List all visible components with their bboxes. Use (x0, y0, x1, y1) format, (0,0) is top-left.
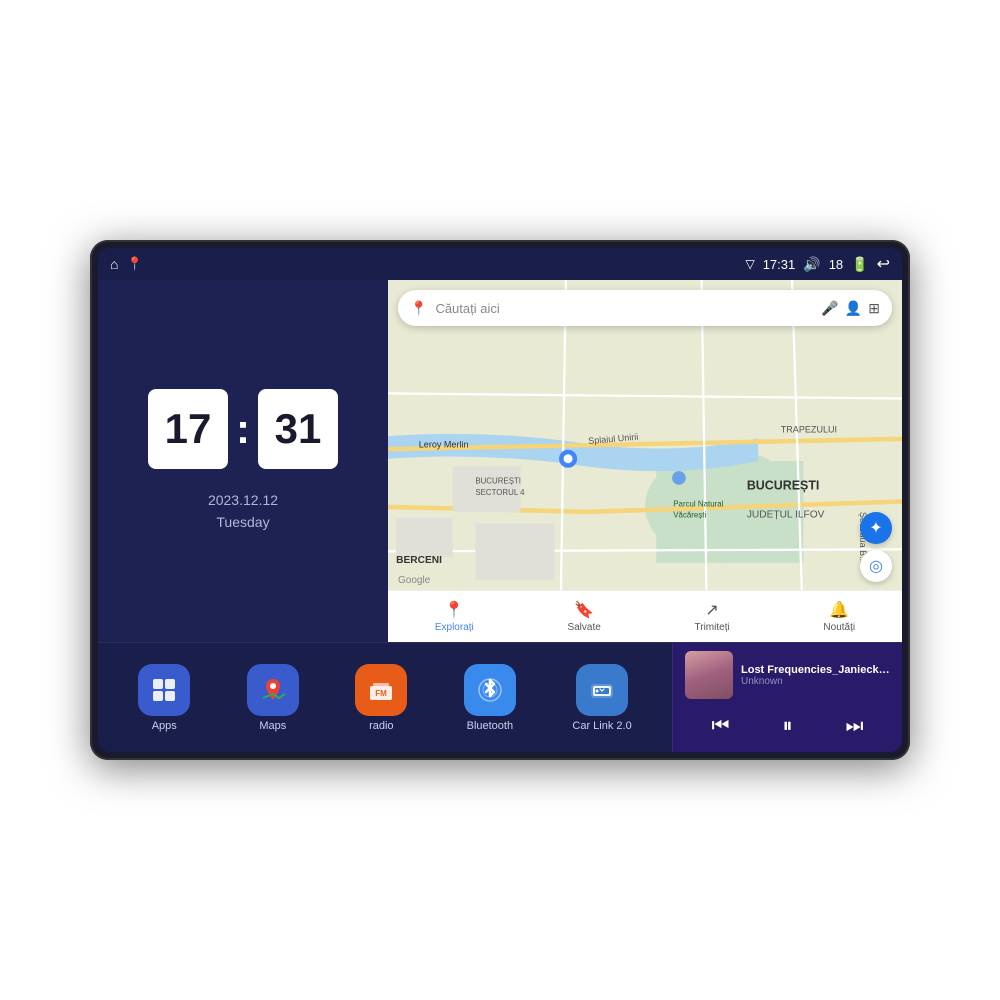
google-logo: Google (398, 575, 430, 586)
svg-text:BERCENI: BERCENI (396, 555, 442, 566)
status-time: 17:31 (763, 257, 796, 272)
lower-section: Apps Maps (98, 642, 902, 752)
home-icon[interactable]: ⌂ (110, 256, 118, 272)
svg-text:BUCUREȘTI: BUCUREȘTI (747, 478, 820, 492)
volume-icon: 🔊 (803, 256, 820, 273)
app-label-bluetooth: Bluetooth (467, 720, 513, 732)
send-icon: ↗ (705, 600, 718, 620)
svg-text:Leroy Merlin: Leroy Merlin (419, 439, 469, 449)
apps-icon (138, 664, 190, 716)
maps-icon (247, 664, 299, 716)
music-panel: Lost Frequencies_Janieck Devy-... Unknow… (672, 643, 902, 752)
app-item-carlink[interactable]: Car Link 2.0 (572, 664, 631, 732)
music-play-pause-button[interactable]: ⏸ (775, 711, 801, 742)
mic-icon[interactable]: 🎤 (821, 300, 838, 317)
music-details: Lost Frequencies_Janieck Devy-... Unknow… (741, 664, 890, 687)
signal-icon: ▽ (745, 257, 754, 271)
status-left: ⌂ 📍 (110, 256, 143, 272)
svg-text:Văcărești: Văcărești (673, 511, 706, 520)
map-background: BUCUREȘTI JUDEȚUL ILFOV TRAPEZULUI BERCE… (388, 280, 902, 642)
svg-text:BUCUREȘTI: BUCUREȘTI (475, 477, 521, 486)
apps-bar: Apps Maps (98, 643, 672, 752)
map-nav-explore-label: Explorați (435, 622, 474, 633)
main-content: 17 : 31 2023.12.12 Tuesday (98, 280, 902, 752)
layers-icon[interactable]: ⊞ (868, 300, 880, 317)
back-icon[interactable]: ↩ (877, 254, 890, 274)
radio-icon: FM (355, 664, 407, 716)
explore-icon: 📍 (444, 600, 464, 620)
volume-level: 18 (829, 257, 843, 272)
google-maps-logo: 📍 (410, 300, 427, 317)
music-info: Lost Frequencies_Janieck Devy-... Unknow… (685, 651, 890, 699)
map-nav-send[interactable]: ↗ Trimiteți (695, 600, 730, 633)
map-nav-explore[interactable]: 📍 Explorați (435, 600, 474, 633)
map-nav-news[interactable]: 🔔 Noutăți (823, 600, 855, 633)
map-search-bar[interactable]: 📍 Căutați aici 🎤 👤 ⊞ (398, 290, 892, 326)
clock-hours: 17 (148, 389, 228, 469)
upper-section: 17 : 31 2023.12.12 Tuesday (98, 280, 902, 642)
svg-text:JUDEȚUL ILFOV: JUDEȚUL ILFOV (747, 510, 825, 521)
clock-colon: : (236, 405, 250, 453)
app-label-carlink: Car Link 2.0 (572, 720, 631, 732)
music-prev-button[interactable]: ⏮ (704, 711, 738, 742)
location-button[interactable]: ◎ (860, 550, 892, 582)
map-nav-saved[interactable]: 🔖 Salvate (567, 600, 600, 633)
map-search-actions: 🎤 👤 ⊞ (821, 300, 880, 317)
device-screen: ⌂ 📍 ▽ 17:31 🔊 18 🔋 ↩ 17 : 31 (98, 248, 902, 752)
app-item-radio[interactable]: FM radio (355, 664, 407, 732)
album-art-image (685, 651, 733, 699)
app-label-apps: Apps (152, 720, 177, 732)
map-nav-news-label: Noutăți (823, 622, 855, 633)
account-icon[interactable]: 👤 (845, 300, 862, 317)
bell-icon: 🔔 (829, 600, 849, 620)
bluetooth-icon (464, 664, 516, 716)
map-bottom-bar: 📍 Explorați 🔖 Salvate ↗ Trimiteți 🔔 (388, 590, 902, 642)
maps-pin-icon[interactable]: 📍 (126, 256, 142, 272)
status-right: ▽ 17:31 🔊 18 🔋 ↩ (745, 254, 890, 274)
clock-panel: 17 : 31 2023.12.12 Tuesday (98, 280, 388, 642)
map-search-placeholder[interactable]: Căutați aici (435, 301, 813, 316)
device-frame: ⌂ 📍 ▽ 17:31 🔊 18 🔋 ↩ 17 : 31 (90, 240, 910, 760)
app-item-maps[interactable]: Maps (247, 664, 299, 732)
music-album-art (685, 651, 733, 699)
carlink-icon (576, 664, 628, 716)
svg-text:FM: FM (376, 689, 388, 698)
app-item-bluetooth[interactable]: Bluetooth (464, 664, 516, 732)
map-panel[interactable]: BUCUREȘTI JUDEȚUL ILFOV TRAPEZULUI BERCE… (388, 280, 902, 642)
svg-text:SECTORUL 4: SECTORUL 4 (475, 488, 525, 497)
music-controls: ⏮ ⏸ ⏭ (685, 707, 890, 746)
music-next-button[interactable]: ⏭ (838, 711, 872, 742)
bookmark-icon: 🔖 (574, 600, 594, 620)
app-item-apps[interactable]: Apps (138, 664, 190, 732)
clock-minutes: 31 (258, 389, 338, 469)
music-artist: Unknown (741, 676, 890, 687)
app-label-maps: Maps (259, 720, 286, 732)
clock-display: 17 : 31 (148, 389, 338, 469)
battery-icon: 🔋 (851, 256, 868, 273)
svg-text:Parcul Natural: Parcul Natural (673, 499, 723, 508)
map-nav-send-label: Trimiteți (695, 622, 730, 633)
music-title: Lost Frequencies_Janieck Devy-... (741, 664, 890, 676)
map-nav-saved-label: Salvate (567, 622, 600, 633)
app-label-radio: radio (369, 720, 393, 732)
svg-text:TRAPEZULUI: TRAPEZULUI (781, 425, 837, 435)
compass-button[interactable]: ✦ (860, 512, 892, 544)
clock-date: 2023.12.12 Tuesday (208, 489, 278, 534)
status-bar: ⌂ 📍 ▽ 17:31 🔊 18 🔋 ↩ (98, 248, 902, 280)
